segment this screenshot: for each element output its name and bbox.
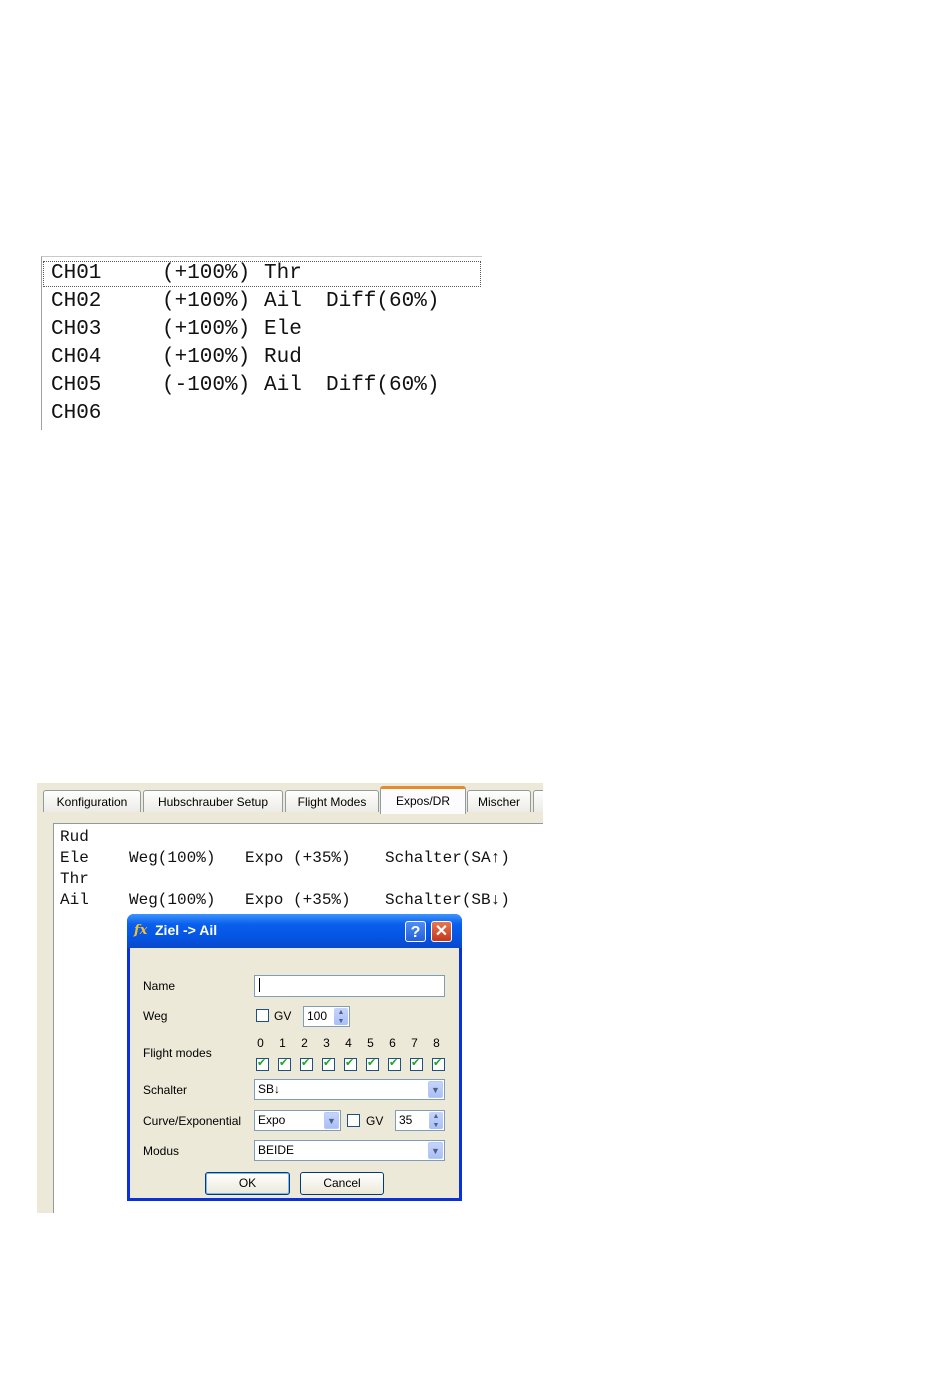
dialog-titlebar[interactable]: fx Ziel -> Ail ? ✕ [127,914,462,948]
expo-row[interactable]: Rud [60,827,118,848]
expo-input: Thr [60,870,89,888]
expo-input: Ail [60,891,89,909]
close-button[interactable]: ✕ [431,921,452,942]
channel-name: CH04 [51,346,102,369]
channel-row[interactable]: CH04 (+100%) Rud [42,344,482,372]
spin-arrows-icon[interactable]: ▲ ▼ [429,1112,443,1129]
channel-weight: (+100%) [162,318,251,341]
flight-mode-checkbox[interactable] [278,1056,291,1071]
channel-weight: (+100%) [162,346,251,369]
channel-row[interactable]: CH03 (+100%) Ele [42,316,482,344]
flight-mode-checkbox[interactable] [300,1056,313,1071]
tab-overflow[interactable] [533,790,543,812]
channel-row[interactable]: CH01 (+100%) Thr [42,260,482,288]
expo-row[interactable]: Thr [60,869,118,890]
ok-button[interactable]: OK [205,1172,290,1195]
channel-source: Rud [264,346,302,369]
modus-label: Modus [143,1144,180,1158]
expo-value: Expo (+35%) [245,849,351,867]
channel-source: Thr [264,262,302,285]
flight-mode-number: 2 [301,1036,308,1050]
expo-value: Expo (+35%) [245,891,351,909]
channel-name: CH03 [51,318,102,341]
channel-name: CH06 [51,402,102,425]
flight-mode-number: 7 [411,1036,418,1050]
flight-mode-number: 5 [367,1036,374,1050]
dialog-body: Name Weg GV 100 ▲ ▼ Flight modes 0 1 2 3 … [130,948,459,1198]
flight-mode-number: 6 [389,1036,396,1050]
expo-switch: Schalter(SA↑) [385,849,510,867]
channel-source: Ele [264,318,302,341]
flight-modes-label: Flight modes [143,1046,212,1060]
schalter-label: Schalter [143,1083,188,1097]
channel-row[interactable]: CH06 [42,400,482,428]
tab-expos-dr[interactable]: Expos/DR [380,786,466,814]
schalter-select[interactable]: SB↓ ▼ [254,1079,445,1100]
flight-mode-checkbox[interactable] [432,1056,445,1071]
channel-source: Ail [264,374,302,397]
channel-weight: (+100%) [162,262,251,285]
flight-mode-checkbox[interactable] [388,1056,401,1071]
channel-row[interactable]: CH05 (-100%) Ail Diff(60%) [42,372,482,400]
channel-name: CH02 [51,290,102,313]
tab-mischer[interactable]: Mischer [467,790,531,812]
channel-weight: (-100%) [162,374,251,397]
curve-gv-checkbox[interactable] [347,1114,360,1127]
channel-name: CH05 [51,374,102,397]
channel-extra: Diff(60%) [326,374,440,397]
chevron-down-icon[interactable]: ▼ [428,1142,443,1159]
name-label: Name [143,979,176,993]
curve-value-stepper[interactable]: 35 ▲ ▼ [395,1110,445,1131]
name-input[interactable] [254,975,445,997]
curve-gv-label: GV [366,1114,384,1128]
flight-mode-number: 1 [279,1036,286,1050]
weg-gv-checkbox[interactable] [256,1009,269,1022]
flight-mode-checkbox[interactable] [344,1056,357,1071]
flight-mode-number: 3 [323,1036,330,1050]
flight-mode-checkbox[interactable] [322,1056,335,1071]
weg-gv-label: GV [274,1009,292,1023]
tab-konfiguration[interactable]: Konfiguration [43,790,141,812]
fx-icon: fx [134,923,148,938]
flight-mode-number: 8 [433,1036,440,1050]
expo-weight: Weg(100%) [129,849,216,867]
channel-weight: (+100%) [162,290,251,313]
weg-label: Weg [143,1009,168,1023]
channel-extra: Diff(60%) [326,290,440,313]
chevron-down-icon[interactable]: ▼ [428,1081,443,1098]
channel-name: CH01 [51,262,102,285]
curve-label: Curve/Exponential [143,1114,242,1128]
cancel-button[interactable]: Cancel [300,1172,384,1195]
dialog-title: Ziel -> Ail [155,922,218,938]
flight-mode-checkbox[interactable] [410,1056,423,1071]
tab-hubschrauber-setup[interactable]: Hubschrauber Setup [143,790,283,812]
expo-input: Ele [60,849,89,867]
tab-bar: Konfiguration Hubschrauber Setup Flight … [37,783,543,814]
help-button[interactable]: ? [405,921,426,942]
flight-mode-number: 0 [257,1036,264,1050]
expo-switch: Schalter(SB↓) [385,891,510,909]
spin-arrows-icon[interactable]: ▲ ▼ [334,1008,348,1025]
curve-type-select[interactable]: Expo ▼ [254,1110,341,1131]
expo-input: Rud [60,828,89,846]
expo-row[interactable]: Ele Weg(100%) Expo (+35%) Schalter(SA↑) [60,848,510,869]
weg-stepper[interactable]: 100 ▲ ▼ [303,1006,350,1027]
modus-select[interactable]: BEIDE ▼ [254,1140,445,1161]
expo-weight: Weg(100%) [129,891,216,909]
expo-edit-dialog: fx Ziel -> Ail ? ✕ Name Weg GV 100 ▲ ▼ Fl… [127,914,462,1201]
expo-row[interactable]: Ail Weg(100%) Expo (+35%) Schalter(SB↓) [60,890,510,911]
channel-source: Ail [264,290,302,313]
channel-list: CH01 (+100%) Thr CH02 (+100%) Ail Diff(6… [41,256,482,430]
flight-mode-checkbox[interactable] [366,1056,379,1071]
flight-mode-checkbox[interactable] [256,1056,269,1071]
flight-mode-number: 4 [345,1036,352,1050]
tab-flight-modes[interactable]: Flight Modes [285,790,379,812]
channel-row[interactable]: CH02 (+100%) Ail Diff(60%) [42,288,482,316]
chevron-down-icon[interactable]: ▼ [324,1112,339,1129]
